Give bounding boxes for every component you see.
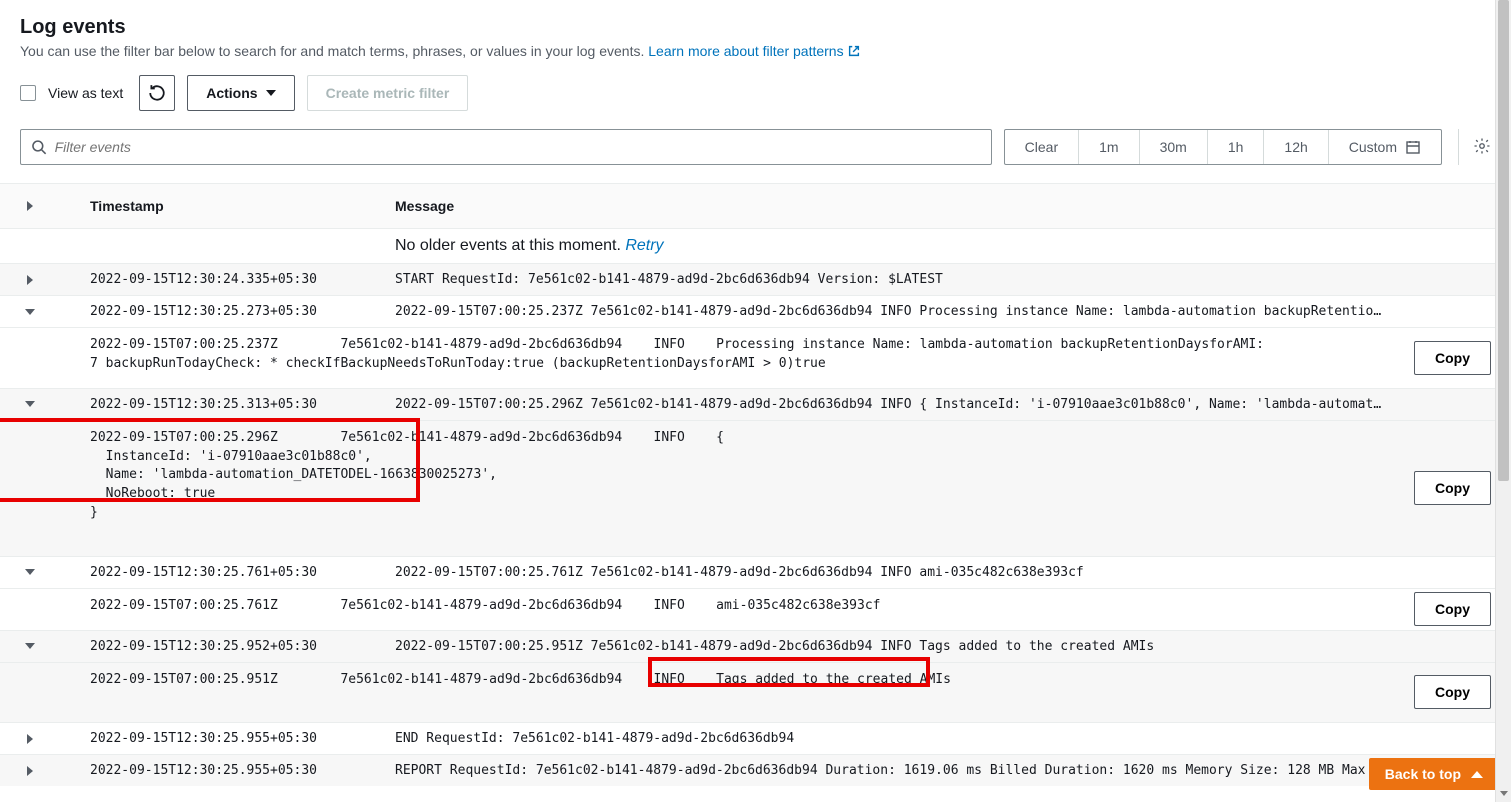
message-cell: END RequestId: 7e561c02-b141-4879-ad9d-2… [385, 723, 1511, 754]
message-cell: REPORT RequestId: 7e561c02-b141-4879-ad9… [385, 755, 1511, 786]
expand-icon[interactable] [27, 734, 33, 744]
external-link-icon [847, 44, 861, 58]
collapse-icon[interactable] [25, 569, 35, 575]
message-cell: 2022-09-15T07:00:25.237Z 7e561c02-b141-4… [385, 296, 1511, 327]
chevron-up-icon [1471, 771, 1483, 778]
message-cell: 2022-09-15T07:00:25.951Z 7e561c02-b141-4… [385, 631, 1511, 662]
time-custom[interactable]: Custom [1329, 130, 1441, 164]
timestamp-cell: 2022-09-15T12:30:25.955+05:30 [60, 723, 385, 754]
collapse-icon[interactable] [25, 401, 35, 407]
time-1h[interactable]: 1h [1208, 130, 1265, 164]
log-row[interactable]: 2022-09-15T12:30:25.313+05:30 2022-09-15… [0, 389, 1511, 421]
scrollbar-thumb[interactable] [1498, 0, 1509, 481]
page-subtitle: You can use the filter bar below to sear… [20, 43, 1491, 59]
log-row[interactable]: 2022-09-15T12:30:25.273+05:30 2022-09-15… [0, 296, 1511, 328]
retry-link[interactable]: Retry [625, 237, 663, 254]
filter-input[interactable] [55, 139, 981, 155]
chevron-down-icon [266, 90, 276, 96]
timestamp-cell: 2022-09-15T12:30:25.955+05:30 [60, 755, 385, 786]
actions-button[interactable]: Actions [187, 75, 294, 111]
log-row[interactable]: 2022-09-15T12:30:25.955+05:30 END Reques… [0, 723, 1511, 755]
time-range-segment: Clear 1m 30m 1h 12h Custom [1004, 129, 1442, 165]
subtitle-text: You can use the filter bar below to sear… [20, 43, 648, 59]
expanded-log-content: 2022-09-15T07:00:25.296Z 7e561c02-b141-4… [0, 421, 1511, 557]
expanded-log-content: 2022-09-15T07:00:25.237Z 7e561c02-b141-4… [0, 328, 1511, 389]
message-cell: START RequestId: 7e561c02-b141-4879-ad9d… [385, 264, 1511, 295]
time-12h[interactable]: 12h [1264, 130, 1328, 164]
timestamp-cell: 2022-09-15T12:30:24.335+05:30 [60, 264, 385, 295]
column-timestamp: Timestamp [60, 184, 385, 228]
expand-icon[interactable] [27, 766, 33, 776]
column-message: Message [385, 184, 1511, 228]
settings-button[interactable] [1473, 137, 1491, 158]
filter-events-search[interactable] [20, 129, 992, 165]
collapse-icon[interactable] [25, 309, 35, 315]
calendar-icon [1405, 139, 1421, 155]
timestamp-cell: 2022-09-15T12:30:25.313+05:30 [60, 389, 385, 420]
gear-icon [1473, 137, 1491, 155]
expanded-log-content: 2022-09-15T07:00:25.761Z 7e561c02-b141-4… [0, 589, 1511, 631]
refresh-button[interactable] [139, 75, 175, 111]
log-row[interactable]: 2022-09-15T12:30:25.761+05:30 2022-09-15… [0, 557, 1511, 589]
no-older-row: No older events at this moment. Retry [0, 229, 1511, 264]
message-cell: 2022-09-15T07:00:25.761Z 7e561c02-b141-4… [385, 557, 1511, 588]
timestamp-cell: 2022-09-15T12:30:25.761+05:30 [60, 557, 385, 588]
time-clear[interactable]: Clear [1005, 130, 1079, 164]
search-icon [31, 139, 47, 155]
view-as-text-checkbox[interactable] [20, 85, 36, 101]
expanded-log-content: 2022-09-15T07:00:25.951Z 7e561c02-b141-4… [0, 663, 1511, 724]
copy-button[interactable]: Copy [1414, 675, 1491, 709]
log-row[interactable]: 2022-09-15T12:30:25.955+05:30 REPORT Req… [0, 755, 1511, 786]
table-header-row: Timestamp Message [0, 183, 1511, 229]
copy-button[interactable]: Copy [1414, 471, 1491, 505]
timestamp-cell: 2022-09-15T12:30:25.952+05:30 [60, 631, 385, 662]
learn-more-link[interactable]: Learn more about filter patterns [648, 43, 860, 59]
scrollbar-arrow-down[interactable] [1496, 786, 1511, 800]
page-title: Log events [20, 16, 1491, 39]
timestamp-cell: 2022-09-15T12:30:25.273+05:30 [60, 296, 385, 327]
create-metric-filter-button[interactable]: Create metric filter [307, 75, 469, 111]
expand-all-icon[interactable] [27, 201, 33, 211]
copy-button[interactable]: Copy [1414, 592, 1491, 626]
view-as-text-label: View as text [48, 85, 123, 101]
expand-icon[interactable] [27, 275, 33, 285]
back-to-top-button[interactable]: Back to top [1369, 758, 1499, 790]
vertical-scrollbar[interactable] [1495, 0, 1511, 802]
refresh-icon [148, 84, 166, 102]
collapse-icon[interactable] [25, 643, 35, 649]
log-row[interactable]: 2022-09-15T12:30:25.952+05:30 2022-09-15… [0, 631, 1511, 663]
log-row[interactable]: 2022-09-15T12:30:24.335+05:30 START Requ… [0, 264, 1511, 296]
message-cell: 2022-09-15T07:00:25.296Z 7e561c02-b141-4… [385, 389, 1511, 420]
copy-button[interactable]: Copy [1414, 341, 1491, 375]
time-30m[interactable]: 30m [1140, 130, 1208, 164]
time-1m[interactable]: 1m [1079, 130, 1139, 164]
